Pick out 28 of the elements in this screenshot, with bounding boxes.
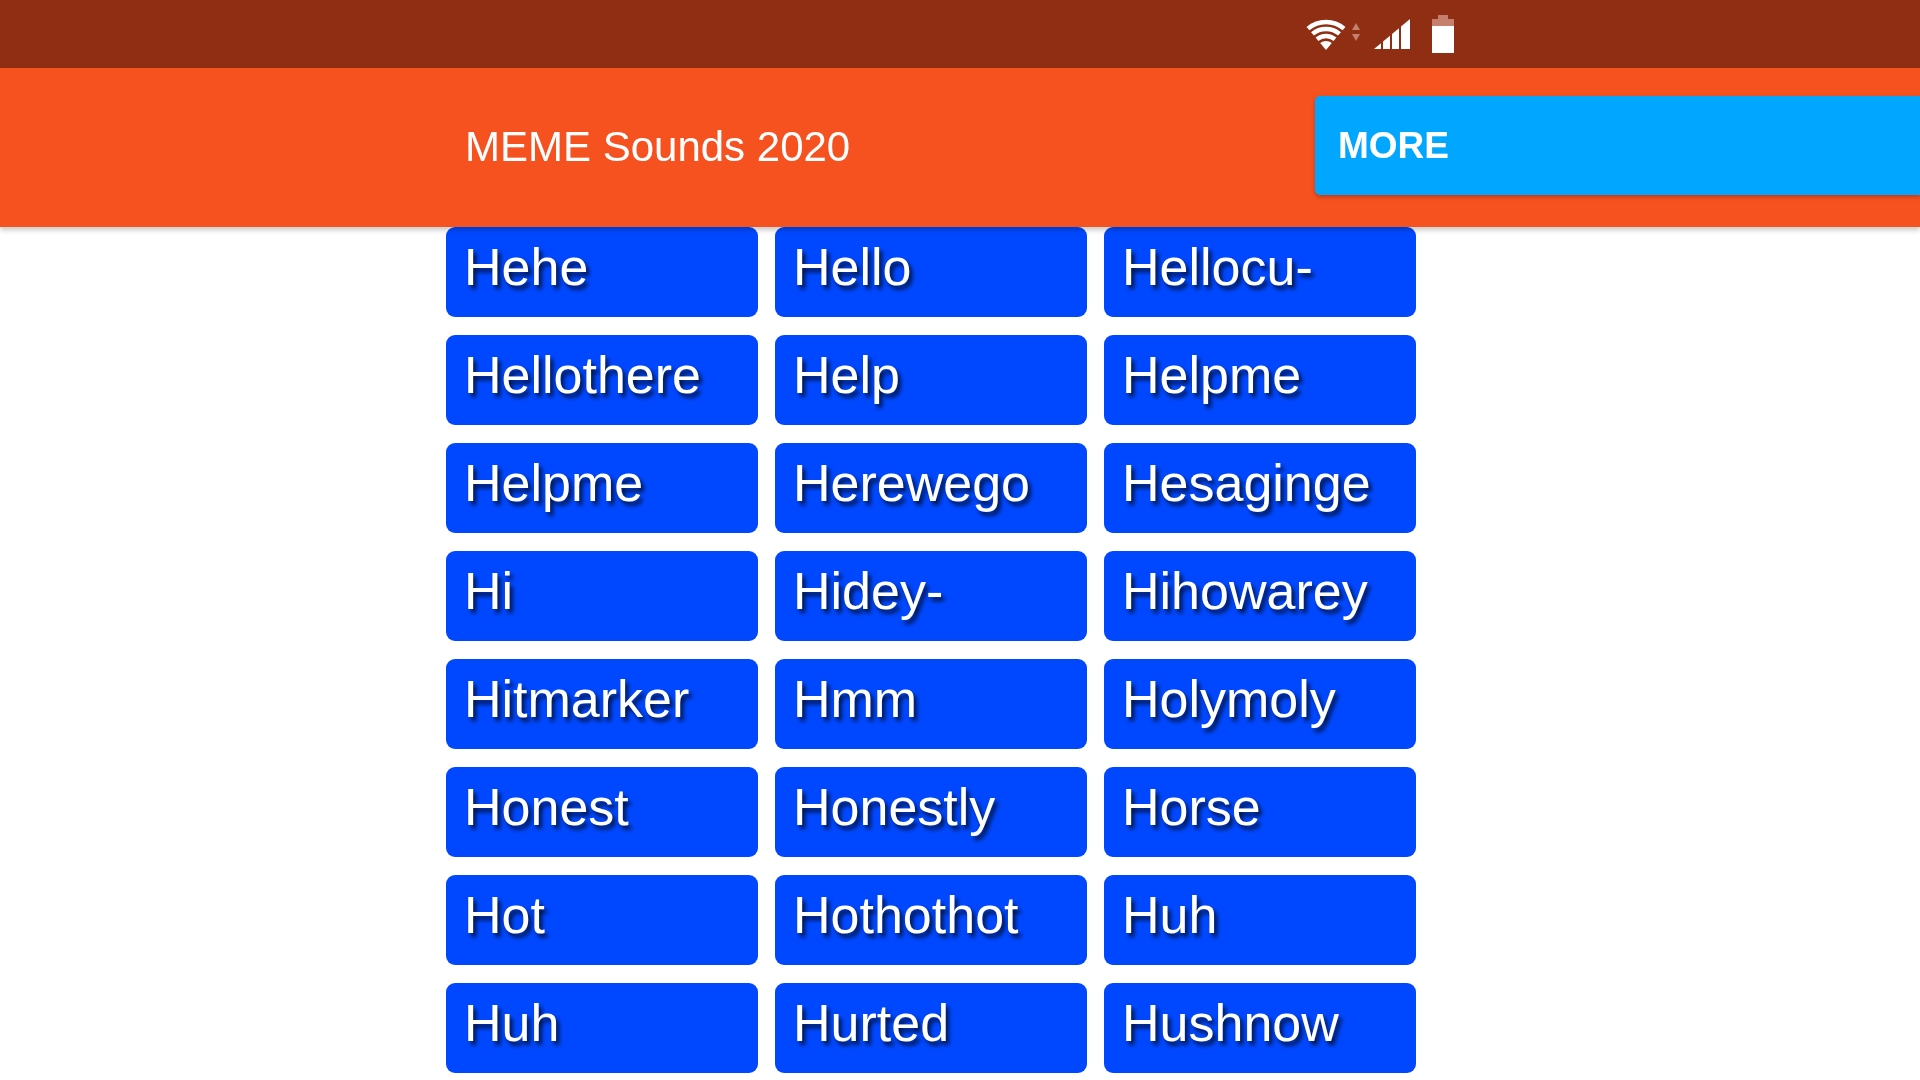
sound-button[interactable]: Hmm [775,659,1087,749]
sound-button[interactable]: Help [775,335,1087,425]
sound-button[interactable]: Hello [775,227,1087,317]
sound-button[interactable]: Hot [446,875,758,965]
sound-button[interactable]: Huh [1104,875,1416,965]
sound-button[interactable]: Hellocu- [1104,227,1416,317]
sound-button[interactable]: Herewego [775,443,1087,533]
sound-button[interactable]: Hidey- [775,551,1087,641]
sound-button[interactable]: Honest [446,767,758,857]
sound-button[interactable]: Horse [1104,767,1416,857]
sound-button[interactable]: Hellothere [446,335,758,425]
sound-button[interactable]: Hehe [446,227,758,317]
battery-icon [1432,15,1454,53]
sound-button[interactable]: Hitmarker [446,659,758,749]
wifi-icon [1306,17,1362,51]
sound-button[interactable]: Huh [446,983,758,1073]
sound-button[interactable]: Helpme [1104,335,1416,425]
app-title: MEME Sounds 2020 [465,123,851,172]
sound-button[interactable]: Holymoly [1104,659,1416,749]
sound-button[interactable]: Hothothot [775,875,1087,965]
sound-button[interactable]: Hesaginge [1104,443,1416,533]
signal-icon [1374,19,1410,49]
sound-button[interactable]: Honestly [775,767,1087,857]
sound-button[interactable]: Hi [446,551,758,641]
sound-button[interactable]: Hurted [775,983,1087,1073]
sound-button[interactable]: Hushnow [1104,983,1416,1073]
sound-button[interactable]: Hihowarey [1104,551,1416,641]
sound-button[interactable]: Helpme [446,443,758,533]
